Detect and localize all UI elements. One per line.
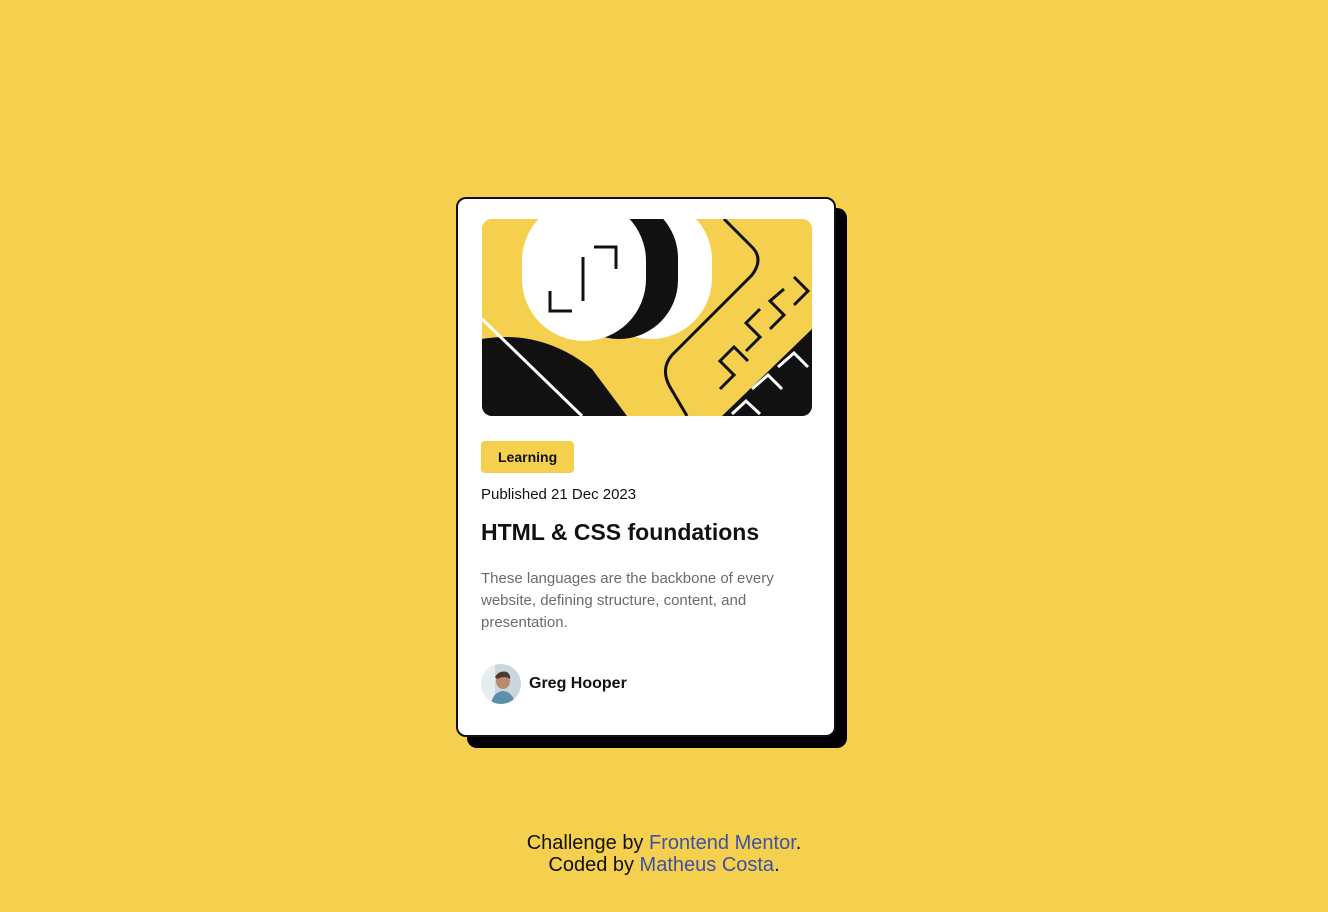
attribution: Challenge by Frontend Mentor. Coded by M… xyxy=(0,832,1328,876)
avatar xyxy=(481,664,521,704)
frontend-mentor-link[interactable]: Frontend Mentor xyxy=(649,832,796,854)
category-tag: Learning xyxy=(481,441,575,473)
card-description: These languages are the backbone of ever… xyxy=(481,570,774,631)
card-illustration xyxy=(482,219,812,416)
blog-preview-card[interactable]: Learning Published 21 Dec 2023 HTML & CS… xyxy=(456,197,836,737)
attribution-challenge-suffix: . xyxy=(795,832,802,854)
attribution-challenge-prefix: Challenge by xyxy=(526,832,649,854)
card-title[interactable]: HTML & CSS foundations xyxy=(481,519,759,546)
author: Greg Hooper xyxy=(481,664,627,704)
attribution-coded-prefix: Coded by xyxy=(548,854,640,876)
author-profile-link[interactable]: Matheus Costa xyxy=(640,854,775,876)
attribution-coded-line: Coded by Matheus Costa. xyxy=(0,854,1328,876)
published-date: Published 21 Dec 2023 xyxy=(481,486,637,503)
attribution-coded-suffix: . xyxy=(774,854,780,876)
attribution-challenge-line: Challenge by Frontend Mentor. xyxy=(0,832,1328,854)
author-name: Greg Hooper xyxy=(529,675,627,692)
